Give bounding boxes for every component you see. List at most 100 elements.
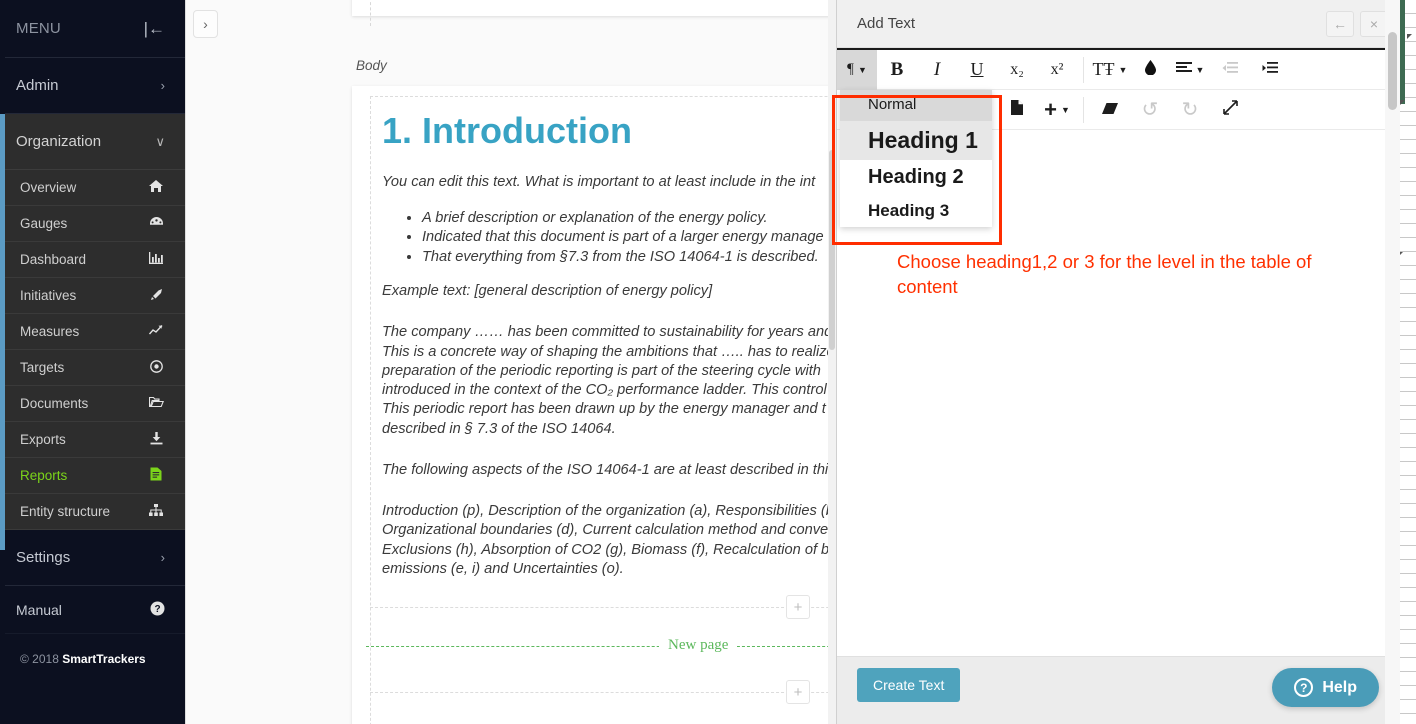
sidebar-item-dashboard[interactable]: Dashboard xyxy=(0,242,185,278)
toolbar-divider xyxy=(1083,56,1084,83)
copyright-notice: © 2018 SmartTrackers xyxy=(0,634,185,724)
chevron-down-icon: ▼ xyxy=(1060,104,1070,115)
sidebar-item-label: Settings xyxy=(16,549,71,566)
bold-button[interactable]: B xyxy=(877,50,917,90)
document-scrollbar-thumb[interactable] xyxy=(829,150,835,350)
redo-button[interactable]: ↻ xyxy=(1170,90,1210,130)
sidebar-item-label: Targets xyxy=(20,360,65,375)
italic-button[interactable]: I xyxy=(917,50,957,90)
sidebar-item-exports[interactable]: Exports xyxy=(0,422,185,458)
chevron-right-icon: › xyxy=(160,550,165,565)
subscript-button[interactable]: x₂ xyxy=(997,50,1037,90)
sidebar-item-label: Initiatives xyxy=(20,288,77,303)
font-size-icon: TŦ xyxy=(1092,59,1115,79)
new-page-label: New page xyxy=(659,637,738,654)
question-circle-icon: ? xyxy=(150,601,165,619)
superscript-icon: x² xyxy=(1050,60,1064,78)
chevron-right-icon: › xyxy=(160,78,165,93)
copyright-text: © 2018 xyxy=(20,652,63,666)
paragraph-format-dropdown[interactable]: Normal Heading 1 Heading 2 Heading 3 xyxy=(840,90,992,227)
sidebar: MENU |← Admin › Organization ∨ Overview … xyxy=(0,0,185,724)
editor-toolbar-row-1: ¶ ▼ B I U x₂ x² TŦ ▼ ▼ xyxy=(837,49,1399,90)
text-color-button[interactable] xyxy=(1130,50,1170,90)
panel-scrollbar-thumb[interactable] xyxy=(1388,32,1397,110)
sidebar-item-label: Gauges xyxy=(20,216,68,231)
sidebar-item-settings[interactable]: Settings › xyxy=(0,530,185,586)
sidebar-item-targets[interactable]: Targets xyxy=(0,350,185,386)
page-icon xyxy=(1011,100,1023,119)
canvas-gutter xyxy=(185,0,340,724)
sidebar-item-reports[interactable]: Reports xyxy=(0,458,185,494)
page-break-button[interactable] xyxy=(997,90,1037,130)
sidebar-item-initiatives[interactable]: Initiatives xyxy=(0,278,185,314)
sidebar-item-gauges[interactable]: Gauges xyxy=(0,206,185,242)
sidebar-item-label: Measures xyxy=(20,324,80,339)
expand-arrows-icon xyxy=(1222,100,1238,119)
file-text-icon xyxy=(147,467,165,484)
plus-icon: + xyxy=(793,598,803,616)
underline-button[interactable]: U xyxy=(957,50,997,90)
paragraph-format-button[interactable]: ¶ ▼ xyxy=(837,49,877,90)
sidebar-item-label: Overview xyxy=(20,180,77,195)
redo-icon: ↻ xyxy=(1181,99,1199,121)
undo-button[interactable]: ↺ xyxy=(1130,90,1170,130)
dropdown-option-heading-2[interactable]: Heading 2 xyxy=(840,160,992,195)
sidebar-item-label: Admin xyxy=(16,77,59,94)
create-text-button[interactable]: Create Text xyxy=(857,668,961,702)
plus-icon: + xyxy=(793,683,803,701)
superscript-button[interactable]: x² xyxy=(1037,50,1077,90)
panel-close-button[interactable]: × xyxy=(1360,10,1388,37)
bar-chart-icon xyxy=(147,252,165,267)
align-left-icon xyxy=(1175,61,1192,78)
sidebar-item-documents[interactable]: Documents xyxy=(0,386,185,422)
dropdown-option-heading-3[interactable]: Heading 3 xyxy=(840,195,992,227)
font-size-button[interactable]: TŦ ▼ xyxy=(1090,50,1130,90)
download-icon xyxy=(147,431,165,448)
fullscreen-button[interactable] xyxy=(1210,90,1250,130)
panel-back-button[interactable]: ← xyxy=(1326,10,1354,37)
brand-name: SmartTrackers xyxy=(62,652,146,666)
help-button[interactable]: ? Help xyxy=(1272,668,1379,707)
annotation-text: Choose heading1,2 or 3 for the level in … xyxy=(897,251,1312,297)
add-block-button-top[interactable]: + xyxy=(786,595,810,619)
add-text-panel: Add Text ← × ¶ ▼ B I U x₂ x² TŦ ▼ ▼ + ▼ … xyxy=(836,0,1399,724)
insert-button[interactable]: + ▼ xyxy=(1037,90,1077,130)
background-marker-icon xyxy=(1400,100,1405,105)
sidebar-item-admin[interactable]: Admin › xyxy=(0,58,185,114)
sidebar-item-entity-structure[interactable]: Entity structure xyxy=(0,494,185,530)
sidebar-item-label: Exports xyxy=(20,432,66,447)
app-root: Body 1. Introduction You can edit this t… xyxy=(0,0,1416,724)
sidebar-item-label: Organization xyxy=(16,133,102,150)
sidebar-item-organization[interactable]: Organization ∨ xyxy=(0,114,185,170)
chevron-down-icon: ▼ xyxy=(1118,64,1128,75)
sidebar-item-measures[interactable]: Measures xyxy=(0,314,185,350)
svg-text:?: ? xyxy=(154,604,160,615)
dropdown-option-normal[interactable]: Normal xyxy=(840,90,992,121)
subscript-icon: x₂ xyxy=(1010,60,1024,78)
document-scrollbar-track[interactable] xyxy=(828,0,836,724)
sidebar-item-manual[interactable]: Manual ? xyxy=(0,586,185,634)
chevron-down-icon: ▼ xyxy=(1195,64,1205,75)
add-block-button-bottom[interactable]: + xyxy=(786,680,810,704)
sidebar-item-label: Entity structure xyxy=(20,504,111,519)
panel-title: Add Text xyxy=(857,15,916,32)
background-marker-icon xyxy=(1407,34,1412,39)
indent-button[interactable] xyxy=(1250,50,1290,90)
dropdown-option-heading-1[interactable]: Heading 1 xyxy=(840,121,992,160)
align-button[interactable]: ▼ xyxy=(1170,50,1210,90)
collapse-left-icon[interactable]: |← xyxy=(144,20,165,37)
outdent-button[interactable] xyxy=(1210,50,1250,90)
panel-footer: Create Text ? Help xyxy=(837,656,1399,724)
rich-text-editor: ¶ ▼ B I U x₂ x² TŦ ▼ ▼ + ▼ ↺ ↻ Normal He… xyxy=(837,48,1399,656)
sidebar-item-overview[interactable]: Overview xyxy=(0,170,185,206)
clear-format-button[interactable] xyxy=(1090,90,1130,130)
gauge-icon xyxy=(147,216,165,231)
toolbar-divider xyxy=(1083,96,1084,123)
eraser-icon xyxy=(1102,101,1118,118)
chevron-right-icon: › xyxy=(203,16,208,32)
target-icon xyxy=(147,359,165,376)
expand-sidebar-button[interactable]: › xyxy=(193,10,218,38)
sidebar-item-label: Manual xyxy=(16,601,62,618)
sidebar-menu-header[interactable]: MENU |← xyxy=(0,0,185,58)
underline-icon: U xyxy=(970,59,984,79)
